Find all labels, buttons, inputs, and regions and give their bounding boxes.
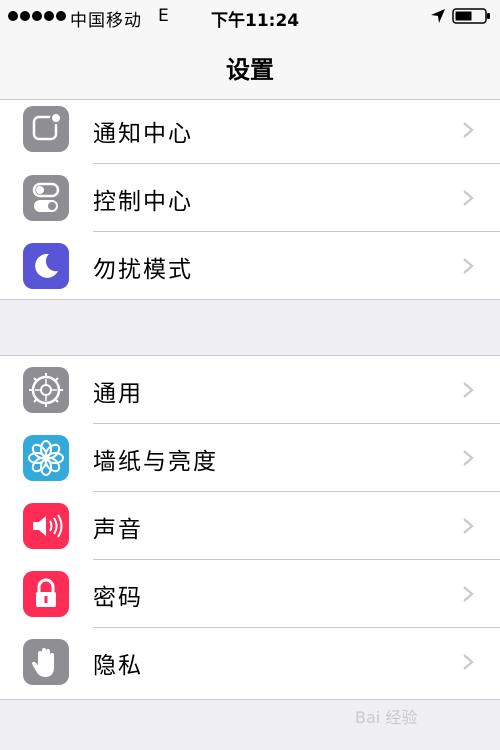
chevron-right-icon <box>463 586 474 602</box>
lock-icon <box>23 571 69 617</box>
chevron-right-icon <box>463 382 474 398</box>
settings-item-label: 勿扰模式 <box>93 257 193 283</box>
settings-item-control-center[interactable]: 控制中心 <box>0 164 500 232</box>
signal-strength-icon <box>8 11 66 21</box>
settings-item-passcode[interactable]: 密码 <box>0 560 500 628</box>
settings-item-label: 隐私 <box>93 653 143 679</box>
gear-icon <box>23 367 69 413</box>
chevron-right-icon <box>463 258 474 274</box>
carrier-name: 中国移动 <box>70 11 142 31</box>
settings-item-sounds[interactable]: 声音 <box>0 492 500 560</box>
status-bar: 中国移动 E 下午11:24 <box>0 0 500 34</box>
battery-icon <box>452 8 490 24</box>
control-center-icon <box>23 175 69 221</box>
chevron-right-icon <box>463 654 474 670</box>
location-arrow-icon <box>431 9 445 23</box>
speaker-icon <box>23 503 69 549</box>
settings-item-notification-center[interactable]: 通知中心 <box>0 100 500 164</box>
chevron-right-icon <box>463 122 474 138</box>
settings-item-do-not-disturb[interactable]: 勿扰模式 <box>0 232 500 300</box>
settings-item-privacy[interactable]: 隐私 <box>0 628 500 696</box>
page-title: 设置 <box>226 56 274 84</box>
settings-item-label: 声音 <box>93 517 143 543</box>
settings-item-label: 控制中心 <box>93 189 193 215</box>
settings-item-label: 密码 <box>93 585 143 611</box>
settings-item-general[interactable]: 通用 <box>0 356 500 424</box>
watermark-text: Bai 经验 <box>355 708 418 727</box>
notification-center-icon <box>23 106 69 152</box>
status-time: 下午11:24 <box>211 11 300 31</box>
flower-icon <box>23 435 69 481</box>
hand-icon <box>23 639 69 685</box>
chevron-right-icon <box>463 190 474 206</box>
network-type: E <box>158 6 169 26</box>
navigation-bar: 设置 <box>0 34 500 100</box>
settings-item-label: 通知中心 <box>93 121 193 147</box>
settings-group-2: 通用 墙纸与亮度 声音 密码 隐私 <box>0 355 500 700</box>
watermark: Bai 经验 <box>355 696 495 736</box>
settings-item-label: 墙纸与亮度 <box>93 449 218 475</box>
do-not-disturb-icon <box>23 243 69 289</box>
settings-item-wallpaper-brightness[interactable]: 墙纸与亮度 <box>0 424 500 492</box>
settings-group-1: 通知中心 控制中心 勿扰模式 <box>0 100 500 300</box>
chevron-right-icon <box>463 518 474 534</box>
chevron-right-icon <box>463 450 474 466</box>
settings-item-label: 通用 <box>93 381 143 407</box>
